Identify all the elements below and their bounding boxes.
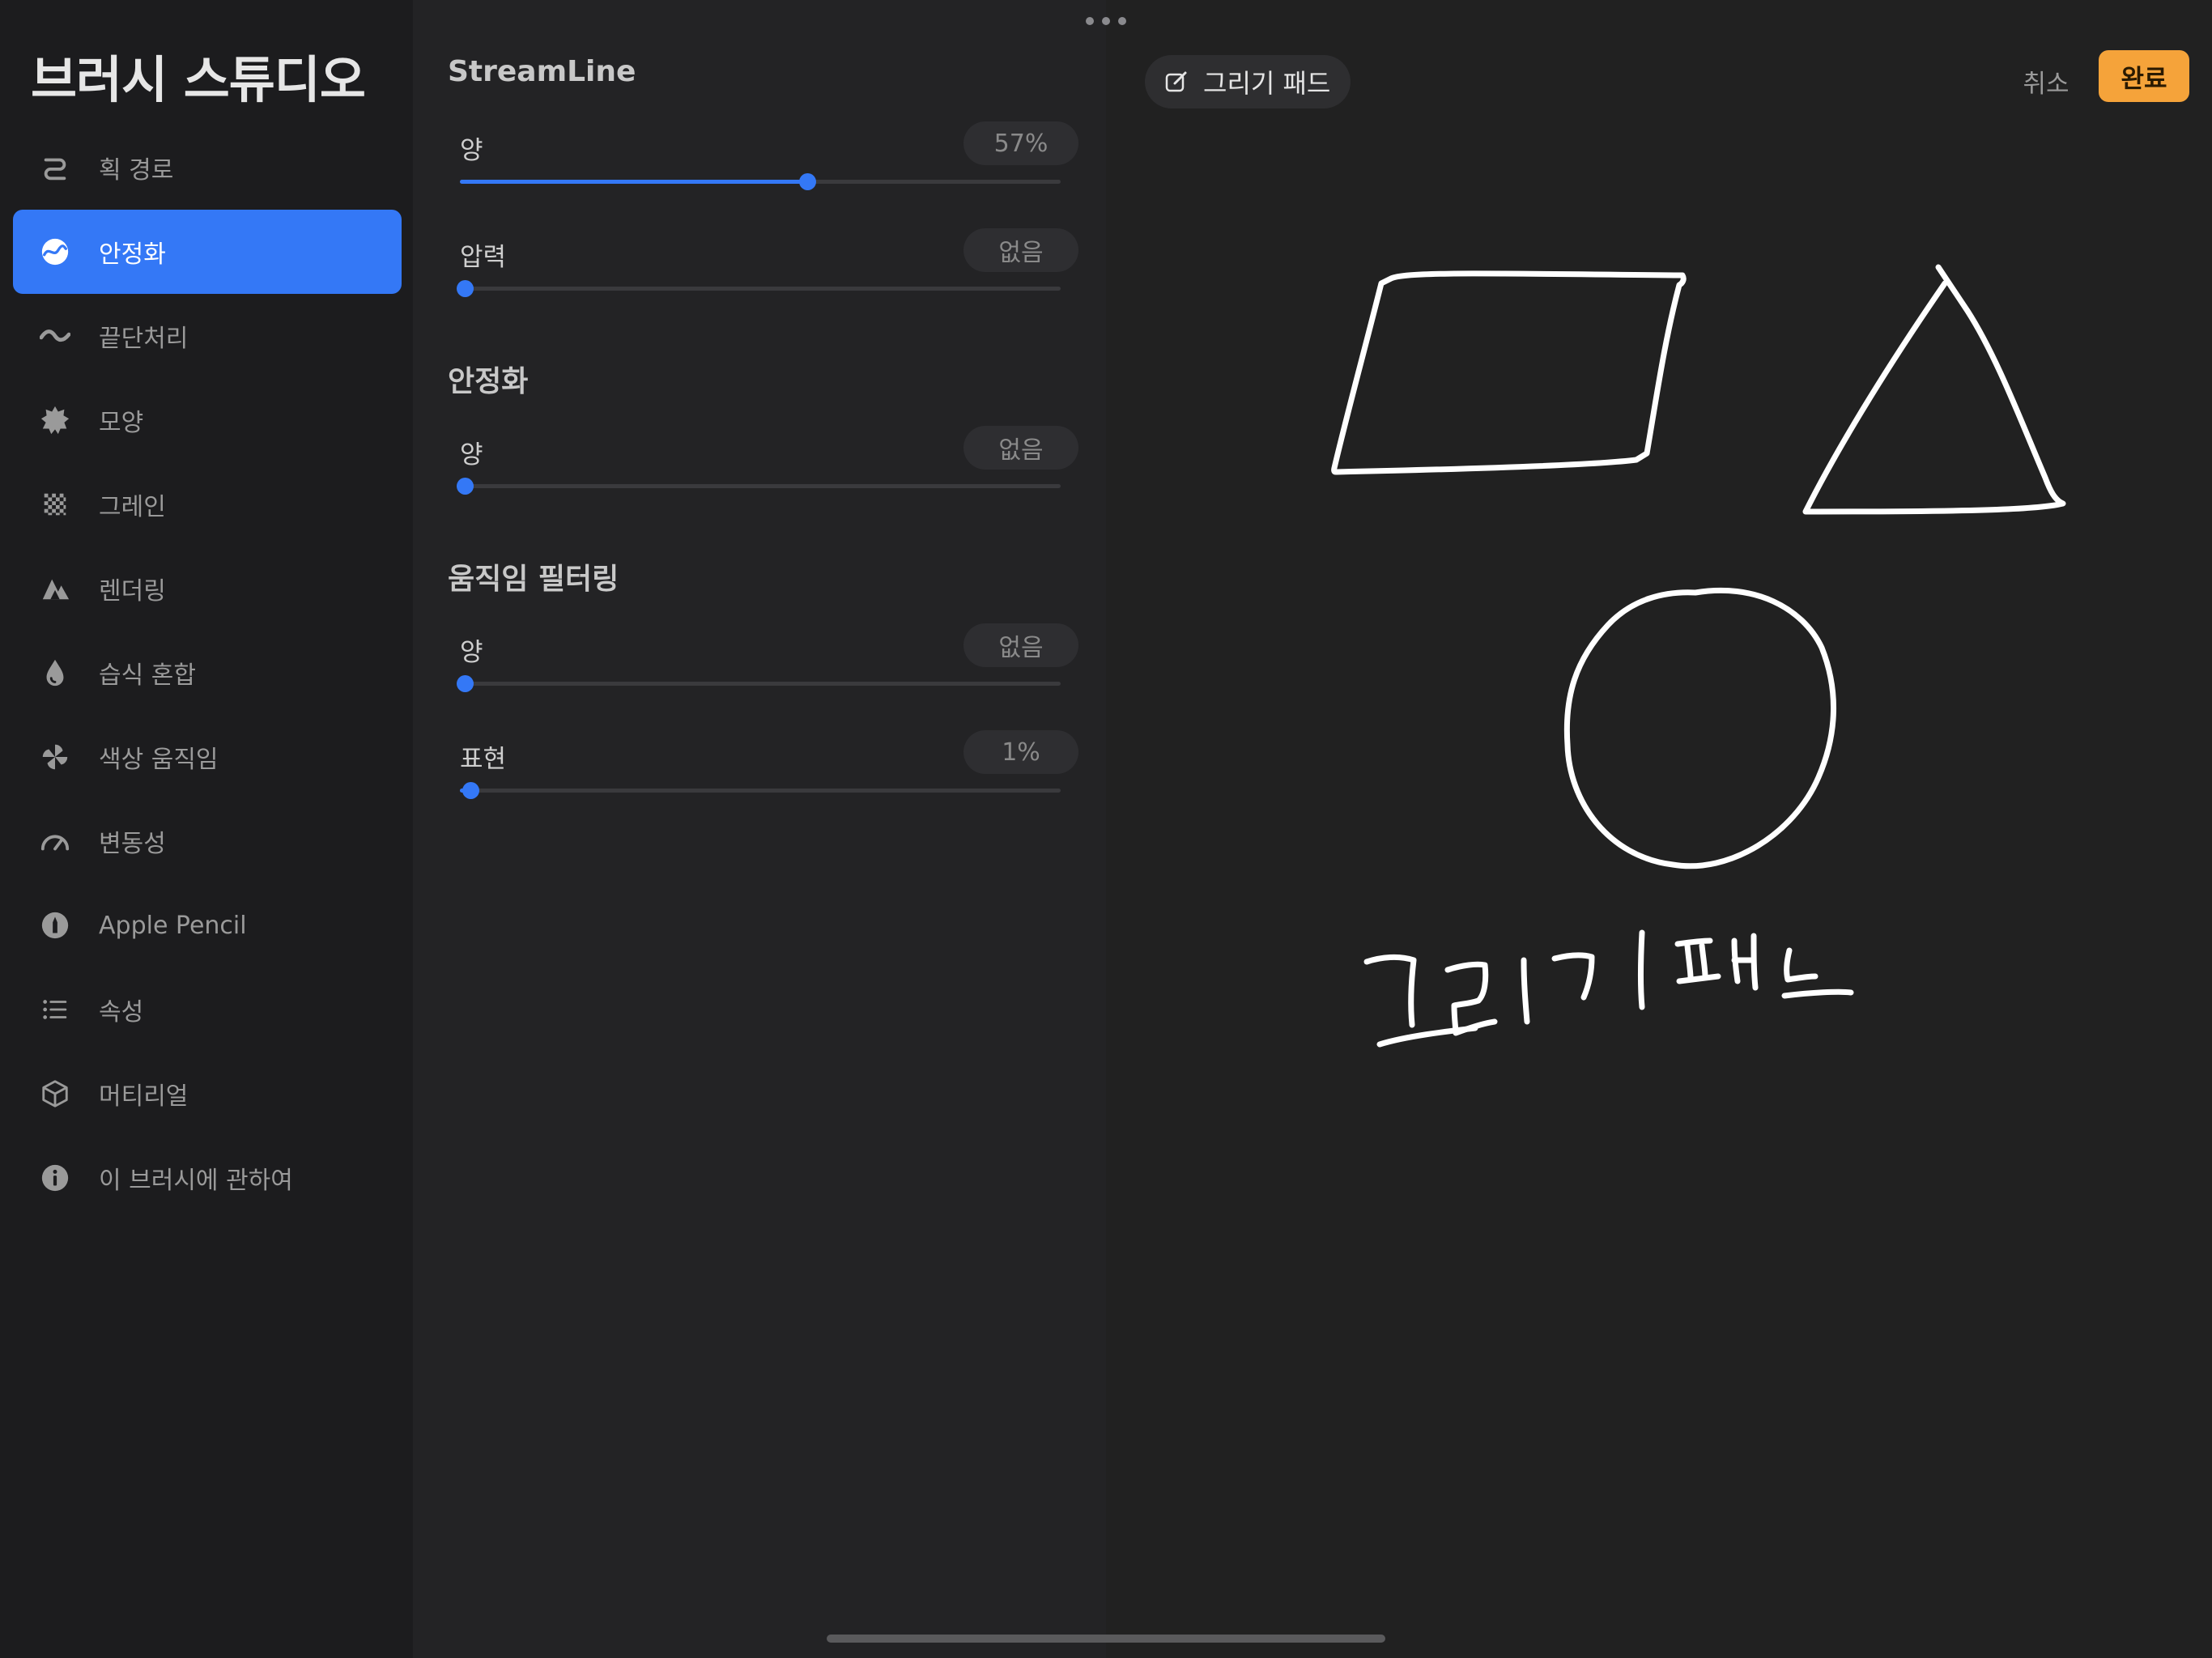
materials-cube-icon — [39, 1078, 71, 1110]
handwriting-stroke — [1638, 929, 1645, 1010]
sidebar-title: 브러시 스튜디오 — [31, 50, 366, 109]
rendering-icon — [39, 572, 71, 605]
handwriting-stroke — [1521, 957, 1530, 1025]
slider-track[interactable] — [460, 682, 1061, 686]
sidebar-item-shape[interactable]: 모양 — [13, 378, 402, 462]
section-title-motion-filtering: 움직임 필터링 — [448, 563, 619, 596]
drawing-pad[interactable]: 그리기 패드 취소 완료 — [1106, 0, 2212, 1658]
slider-value[interactable]: 57% — [963, 121, 1078, 165]
handwriting-stroke — [1699, 942, 1708, 980]
slider-label: 양 — [460, 638, 483, 667]
sidebar-item-apple-pencil[interactable]: Apple Pencil — [13, 883, 402, 967]
sidebar-item-label: 획 경로 — [99, 156, 174, 185]
sidebar-item-label: 이 브러시에 관하여 — [99, 1167, 293, 1195]
info-icon — [39, 1162, 71, 1194]
streamline-pressure-slider[interactable]: 압력 없음 — [457, 228, 1078, 325]
slider-value[interactable]: 없음 — [963, 623, 1078, 667]
sidebar-item-rendering[interactable]: 렌더링 — [13, 546, 402, 631]
drawing-canvas[interactable] — [1106, 0, 2212, 1658]
drawing-pad-title: 그리기 패드 — [1203, 68, 1331, 99]
slider-thumb[interactable] — [457, 675, 474, 692]
color-dynamics-icon — [39, 741, 71, 773]
sidebar-item-label: 색상 움직임 — [99, 746, 219, 774]
sidebar-item-grain[interactable]: 그레인 — [13, 462, 402, 546]
slider-track[interactable] — [460, 484, 1061, 488]
slider-track[interactable] — [460, 180, 1061, 184]
shape-icon — [39, 404, 71, 436]
section-title-stabilization: 안정화 — [448, 365, 529, 398]
cancel-button[interactable]: 취소 — [2010, 58, 2082, 104]
drawn-parallelogram — [1331, 270, 1687, 475]
slider-label: 표현 — [460, 745, 507, 774]
sidebar-item-label: 속성 — [99, 998, 144, 1027]
edit-icon — [1165, 71, 1187, 92]
slider-value[interactable]: 없음 — [963, 228, 1078, 272]
done-button[interactable]: 완료 — [2099, 50, 2189, 102]
slider-value[interactable]: 없음 — [963, 426, 1078, 470]
handwriting-stroke — [1444, 961, 1498, 1036]
handwriting-stroke — [1750, 933, 1759, 991]
handwriting-stroke — [1551, 952, 1595, 1001]
sidebar-item-label: 안정화 — [99, 240, 166, 269]
handwriting-stroke — [1676, 973, 1721, 984]
motion-filtering-expression-slider[interactable]: 표현 1% — [460, 730, 1078, 827]
drawing-pad-menu-button[interactable]: 그리기 패드 — [1145, 55, 1351, 108]
sidebar-item-stroke-path[interactable]: 획 경로 — [13, 125, 402, 210]
sidebar-nav: 획 경로 안정화 끝단처리 모양 그레인 렌더링 습식 혼합 색상 움직임 변동… — [13, 125, 402, 1220]
sidebar-item-color-dynamics[interactable]: 색상 움직임 — [13, 715, 402, 799]
slider-label: 양 — [460, 440, 483, 470]
dynamics-gauge-icon — [39, 825, 71, 857]
motion-filtering-amount-slider[interactable]: 양 없음 — [457, 623, 1078, 721]
sidebar-item-label: 끝단처리 — [99, 325, 189, 353]
streamline-amount-slider[interactable]: 양 57% — [460, 121, 1078, 219]
sidebar-item-label: 습식 혼합 — [99, 661, 196, 690]
handwriting-stroke — [1784, 947, 1819, 983]
sidebar-item-materials[interactable]: 머티리얼 — [13, 1052, 402, 1136]
stroke-path-icon — [39, 151, 71, 184]
sidebar-item-label: Apple Pencil — [99, 911, 247, 940]
sidebar-item-label: 렌더링 — [99, 577, 166, 606]
home-indicator[interactable] — [827, 1635, 1385, 1643]
sidebar-item-dynamics[interactable]: 변동성 — [13, 799, 402, 883]
slider-label: 압력 — [460, 243, 507, 272]
handwriting-stroke — [1781, 988, 1854, 999]
stabilization-amount-slider[interactable]: 양 없음 — [457, 426, 1078, 523]
sidebar-item-about[interactable]: 이 브러시에 관하여 — [13, 1136, 402, 1220]
multitasking-dots-icon[interactable] — [1086, 11, 1126, 31]
slider-track[interactable] — [460, 789, 1061, 793]
taper-icon — [39, 320, 71, 352]
sidebar-item-label: 변동성 — [99, 830, 166, 858]
grain-icon — [39, 488, 71, 521]
drawn-circle — [1563, 587, 1837, 869]
settings-panel: StreamLine 양 57% 압력 없음 안정화 양 없음 움직임 필터링 … — [413, 0, 1106, 1658]
slider-track[interactable] — [460, 287, 1061, 291]
brush-studio-screen: 브러시 스튜디오 획 경로 안정화 끝단처리 모양 그레인 렌더링 습식 혼합 … — [0, 0, 2212, 1658]
stabilization-icon — [39, 236, 71, 268]
slider-label: 양 — [460, 136, 483, 165]
sidebar-item-label: 그레인 — [99, 493, 166, 521]
sidebar-item-stabilization[interactable]: 안정화 — [13, 210, 402, 294]
handwriting-stroke — [1363, 954, 1417, 1028]
wet-mix-icon — [39, 657, 71, 689]
apple-pencil-icon — [39, 909, 71, 942]
slider-thumb[interactable] — [457, 280, 474, 297]
sidebar-item-properties[interactable]: 속성 — [13, 967, 402, 1052]
section-title-streamline: StreamLine — [448, 55, 636, 88]
slider-fill — [460, 180, 802, 184]
slider-thumb[interactable] — [457, 478, 474, 495]
properties-list-icon — [39, 993, 71, 1026]
sidebar-item-label: 모양 — [99, 409, 144, 437]
sidebar-item-taper[interactable]: 끝단처리 — [13, 294, 402, 378]
slider-thumb[interactable] — [462, 782, 480, 799]
sidebar-item-label: 머티리얼 — [99, 1082, 189, 1111]
slider-value[interactable]: 1% — [963, 730, 1078, 774]
drawn-triangle — [1802, 264, 2066, 515]
handwriting-stroke — [1684, 942, 1694, 981]
slider-thumb[interactable] — [798, 173, 816, 190]
sidebar: 브러시 스튜디오 획 경로 안정화 끝단처리 모양 그레인 렌더링 습식 혼합 … — [0, 0, 413, 1658]
sidebar-item-wet-mix[interactable]: 습식 혼합 — [13, 631, 402, 715]
handwriting-stroke — [1674, 937, 1713, 947]
